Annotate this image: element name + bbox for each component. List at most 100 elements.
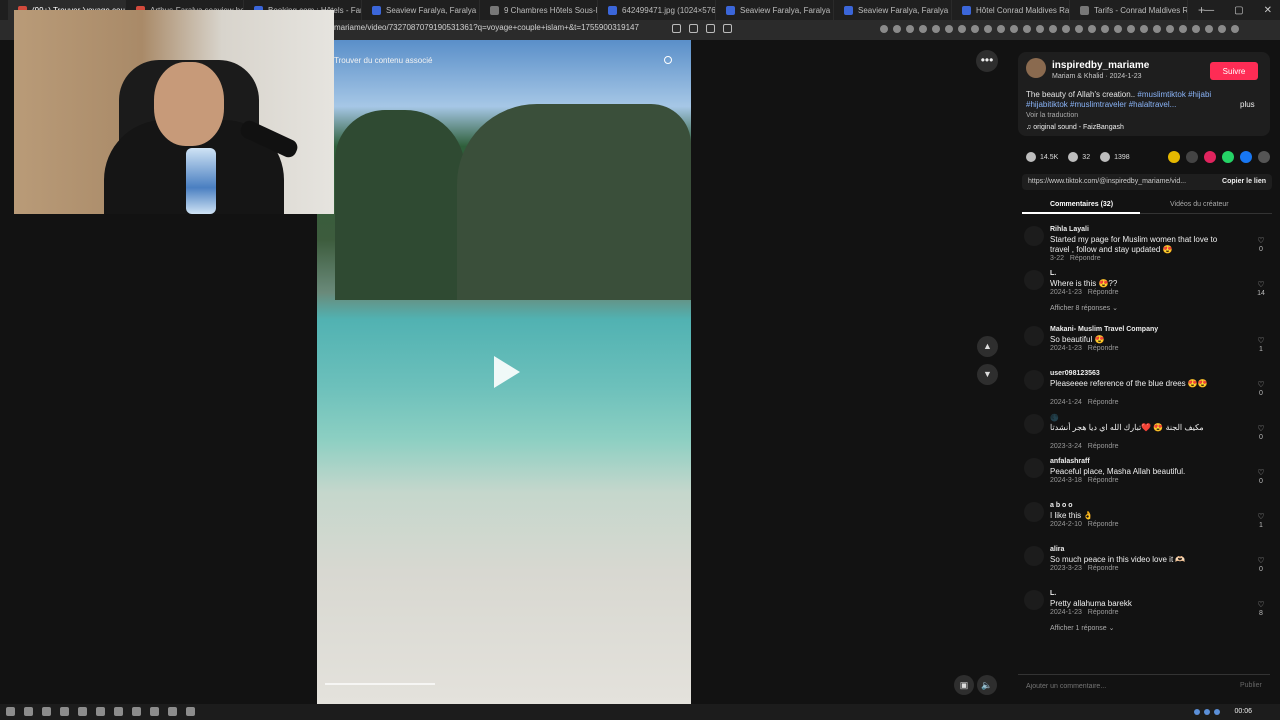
- app-icon[interactable]: [186, 707, 195, 716]
- hashtags[interactable]: #muslimtiktok #hijabi: [1137, 90, 1211, 99]
- avatar[interactable]: [1024, 270, 1044, 290]
- browser-tab[interactable]: Tarifs - Conrad Maldives Rangali Is...: [1070, 0, 1188, 20]
- minimize-icon[interactable]: —: [1204, 5, 1214, 16]
- likes-stat[interactable]: 14.5K: [1026, 152, 1058, 162]
- avatar[interactable]: [1024, 414, 1044, 434]
- avatar[interactable]: [1024, 590, 1044, 610]
- previous-video-button[interactable]: ▲: [977, 336, 998, 357]
- tab-comments[interactable]: Commentaires (32): [1050, 201, 1113, 208]
- extension-icon[interactable]: [1127, 25, 1135, 33]
- comment-username[interactable]: a b o o: [1050, 502, 1073, 509]
- comment-username[interactable]: user098123563: [1050, 370, 1100, 377]
- extension-icon[interactable]: [1036, 25, 1044, 33]
- reply-button[interactable]: Répondre: [1088, 443, 1119, 450]
- extension-icon[interactable]: [1140, 25, 1148, 33]
- saves-stat[interactable]: 1398: [1100, 152, 1130, 162]
- follow-button[interactable]: Suivre: [1210, 62, 1258, 80]
- comment-username[interactable]: Rihla Layali: [1050, 226, 1089, 233]
- heart-icon[interactable]: ♡: [1256, 424, 1266, 433]
- extension-icon[interactable]: [880, 25, 888, 33]
- extension-icon[interactable]: [919, 25, 927, 33]
- view-replies-button[interactable]: Afficher 8 réponses ⌄: [1050, 304, 1118, 312]
- avatar[interactable]: [1024, 370, 1044, 390]
- username[interactable]: inspiredby_mariame: [1052, 60, 1149, 71]
- comment-username[interactable]: anfalashraff: [1050, 458, 1090, 465]
- app-icon[interactable]: [150, 707, 159, 716]
- shield-icon[interactable]: [706, 24, 715, 33]
- comment-username[interactable]: 🌑: [1050, 414, 1059, 422]
- video-link[interactable]: https://www.tiktok.com/@inspiredby_maria…: [1028, 178, 1186, 185]
- bookmark-icon[interactable]: [689, 24, 698, 33]
- play-icon[interactable]: [494, 356, 520, 388]
- extension-icon[interactable]: [1153, 25, 1161, 33]
- extension-icon[interactable]: [893, 25, 901, 33]
- whatsapp-icon[interactable]: [1222, 151, 1234, 163]
- extension-icon[interactable]: [1049, 25, 1057, 33]
- avatar[interactable]: [1024, 546, 1044, 566]
- comment-input[interactable]: [1026, 679, 1186, 693]
- heart-icon[interactable]: ♡: [1256, 468, 1266, 477]
- heart-icon[interactable]: ♡: [1256, 280, 1266, 289]
- volume-icon[interactable]: 🔈: [977, 675, 997, 695]
- extension-icon[interactable]: [906, 25, 914, 33]
- url-field[interactable]: mariame/video/7327087079190531361?q=voya…: [334, 23, 639, 32]
- tab-creator-videos[interactable]: Vidéos du créateur: [1170, 201, 1229, 208]
- search-icon[interactable]: [24, 707, 33, 716]
- avatar[interactable]: [1024, 326, 1044, 346]
- browser-tab[interactable]: 9 Chambres Hôtels Sous-Marins Pr...: [480, 0, 598, 20]
- browser-tab[interactable]: Seaview Faralya, Faralya (tarifs act...: [362, 0, 480, 20]
- comment-username[interactable]: alira: [1050, 546, 1064, 553]
- reply-button[interactable]: Répondre: [1088, 345, 1119, 352]
- extension-icon[interactable]: [1192, 25, 1200, 33]
- view-replies-button[interactable]: Afficher 1 réponse ⌄: [1050, 624, 1115, 632]
- extension-icon[interactable]: [1179, 25, 1187, 33]
- video-progress-bar[interactable]: [325, 683, 435, 685]
- comment-username[interactable]: L.: [1050, 270, 1056, 277]
- rewards-icon[interactable]: [723, 24, 732, 33]
- avatar[interactable]: [1024, 502, 1044, 522]
- heart-icon[interactable]: ♡: [1256, 380, 1266, 389]
- avatar[interactable]: [1026, 58, 1046, 78]
- extension-icon[interactable]: [1075, 25, 1083, 33]
- reply-button[interactable]: Répondre: [1088, 289, 1119, 296]
- pip-icon[interactable]: ▣: [954, 675, 974, 695]
- next-video-button[interactable]: ▼: [977, 364, 998, 385]
- more-link[interactable]: plus: [1240, 100, 1255, 109]
- browser-icon[interactable]: [78, 707, 87, 716]
- extension-icon[interactable]: [1088, 25, 1096, 33]
- extension-icon[interactable]: [971, 25, 979, 33]
- maximize-icon[interactable]: ▢: [1234, 5, 1243, 16]
- reply-button[interactable]: Répondre: [1088, 609, 1119, 616]
- comment-username[interactable]: Makani- Muslim Travel Company: [1050, 326, 1158, 333]
- extension-icon[interactable]: [1114, 25, 1122, 33]
- file-explorer-icon[interactable]: [60, 707, 69, 716]
- heart-icon[interactable]: ♡: [1256, 336, 1266, 345]
- comments-stat[interactable]: 32: [1068, 152, 1090, 162]
- facebook-icon[interactable]: [1240, 151, 1252, 163]
- heart-icon[interactable]: ♡: [1256, 236, 1266, 245]
- reply-button[interactable]: Répondre: [1088, 521, 1119, 528]
- translate-icon[interactable]: [672, 24, 681, 33]
- copy-link-button[interactable]: Copier le lien: [1222, 178, 1266, 185]
- extension-icon[interactable]: [1218, 25, 1226, 33]
- extension-icon[interactable]: [1205, 25, 1213, 33]
- extension-icon[interactable]: [1231, 25, 1239, 33]
- extension-icon[interactable]: [1101, 25, 1109, 33]
- close-icon[interactable]: ✕: [1264, 5, 1272, 16]
- tray-icon[interactable]: [1194, 709, 1200, 715]
- tray-icon[interactable]: [1204, 709, 1210, 715]
- avatar[interactable]: [1024, 458, 1044, 478]
- reply-button[interactable]: Répondre: [1070, 255, 1101, 262]
- spotify-icon[interactable]: [132, 707, 141, 716]
- comment-username[interactable]: L.: [1050, 590, 1056, 597]
- whatsapp-icon[interactable]: [114, 707, 123, 716]
- related-search-bar[interactable]: Trouver du contenu associé: [334, 56, 676, 70]
- sound-link[interactable]: ♫ original sound - FaizBangash: [1026, 124, 1124, 131]
- search-icon[interactable]: [664, 56, 672, 64]
- translate-link[interactable]: Voir la traduction: [1026, 112, 1078, 119]
- reply-button[interactable]: Répondre: [1088, 399, 1119, 406]
- reply-button[interactable]: Répondre: [1088, 477, 1119, 484]
- extension-icon[interactable]: [958, 25, 966, 33]
- extension-icon[interactable]: [1010, 25, 1018, 33]
- embed-icon[interactable]: [1186, 151, 1198, 163]
